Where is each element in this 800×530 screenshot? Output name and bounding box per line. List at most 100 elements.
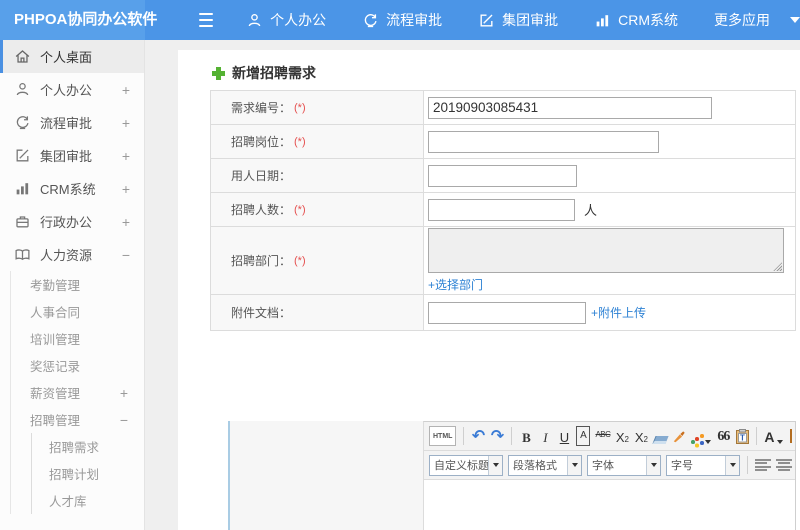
- field-label-attachment: 附件文档：: [211, 295, 424, 330]
- caret-down-icon[interactable]: [646, 455, 660, 475]
- nav-group-approval[interactable]: 集团审批: [478, 10, 558, 30]
- attachment-upload-link[interactable]: +附件上传: [591, 304, 646, 321]
- expand-plus-icon[interactable]: +: [120, 385, 130, 401]
- sidebar-item-rewards[interactable]: 奖惩记录: [11, 352, 144, 379]
- subscript-button[interactable]: X2: [634, 426, 648, 446]
- app-logo: PHPOA协同办公软件: [0, 0, 157, 40]
- sidebar-item-personal-office[interactable]: 个人办公 +: [0, 73, 144, 106]
- bold-button[interactable]: B: [519, 426, 533, 446]
- person-icon: [14, 81, 31, 98]
- redo-icon[interactable]: ↷: [490, 426, 504, 446]
- form-row: 需求编号： (*): [211, 91, 795, 125]
- expand-plus-icon[interactable]: +: [122, 148, 132, 164]
- add-plus-icon: [212, 66, 225, 80]
- sidebar-item-hr[interactable]: 人力资源 −: [0, 238, 144, 271]
- italic-button[interactable]: I: [538, 426, 552, 446]
- select-dept-link[interactable]: +选择部门: [428, 276, 483, 293]
- recruit-dept-textarea[interactable]: [428, 228, 784, 273]
- align-center-icon[interactable]: [776, 459, 792, 471]
- nav-personal-office[interactable]: 个人办公: [246, 10, 326, 30]
- form-row-position-requirements: 岗位要求：(*) HTML ↶ ↷ B I U A ABC X2 X2: [228, 421, 796, 530]
- editor-content-area[interactable]: [424, 480, 795, 530]
- main-content: 新增招聘需求 需求编号：(*) 招聘岗位：(*) 用人日期：: [178, 50, 800, 530]
- sidebar-item-salary[interactable]: 薪资管理 +: [11, 379, 144, 406]
- expand-plus-icon[interactable]: +: [122, 214, 132, 230]
- process-icon: [362, 12, 379, 29]
- nav-more-apps[interactable]: 更多应用: [714, 10, 770, 30]
- top-header: PHPOA协同办公软件 个人办公 流程审批 集团审批 CRM系统 更多应用: [0, 0, 800, 40]
- form-row: 招聘部门： (*) +选择部门: [211, 227, 795, 295]
- blockquote-button[interactable]: 66: [716, 426, 730, 446]
- caret-down-icon[interactable]: [488, 455, 502, 475]
- font-border-button[interactable]: A: [576, 426, 591, 446]
- field-label-position-requirements: 岗位要求：(*): [228, 421, 423, 530]
- page-title: 新增招聘需求: [178, 50, 800, 83]
- demand-no-input[interactable]: [428, 96, 712, 119]
- paste-icon[interactable]: T: [735, 426, 749, 446]
- recruit-position-input[interactable]: [428, 130, 659, 153]
- paragraph-format-select[interactable]: 段落格式: [508, 454, 582, 476]
- html-source-button[interactable]: HTML: [429, 426, 457, 446]
- svg-text:T: T: [740, 434, 745, 443]
- undo-icon[interactable]: ↶: [471, 426, 485, 446]
- edit-icon: [14, 147, 31, 164]
- hr-submenu: 考勤管理 人事合同 培训管理 奖惩记录 薪资管理 + 招聘管理 − 招聘需求 招…: [10, 271, 144, 514]
- background-color-icon[interactable]: [789, 429, 792, 443]
- collapse-minus-icon[interactable]: −: [122, 247, 132, 263]
- sidebar-item-crm[interactable]: CRM系统 +: [0, 172, 144, 205]
- required-mark: (*): [294, 101, 306, 114]
- unit-label: 人: [584, 203, 598, 218]
- align-left-icon[interactable]: [755, 459, 771, 471]
- underline-button[interactable]: U: [557, 426, 571, 446]
- recruit-count-input[interactable]: [428, 198, 575, 221]
- font-family-select[interactable]: 字体: [587, 454, 661, 476]
- sidebar-item-talent-pool[interactable]: 人才库: [32, 487, 144, 514]
- home-icon: [14, 48, 31, 65]
- caret-down-icon[interactable]: [567, 455, 581, 475]
- sidebar: 个人桌面 个人办公 + 流程审批 + 集团审批 + CRM系统 + 行政办公 +…: [0, 40, 145, 530]
- toolbar-separator: [463, 427, 465, 445]
- editor-toolbar-1: HTML ↶ ↷ B I U A ABC X2 X2 66 T A: [424, 422, 795, 451]
- sidebar-item-personal-desktop[interactable]: 个人桌面: [0, 40, 144, 73]
- sidebar-item-process-approval[interactable]: 流程审批 +: [0, 106, 144, 139]
- caret-down-icon: [705, 440, 712, 444]
- sidebar-item-recruit-demand[interactable]: 招聘需求: [32, 433, 144, 460]
- nav-crm[interactable]: CRM系统: [594, 10, 678, 30]
- toolbar-separator: [747, 456, 748, 474]
- format-brush-icon[interactable]: [672, 426, 686, 446]
- expand-plus-icon[interactable]: +: [122, 181, 132, 197]
- resize-grip-icon[interactable]: [773, 262, 782, 271]
- form-row: 用人日期：: [211, 159, 795, 193]
- sidebar-item-hr-contract[interactable]: 人事合同: [11, 298, 144, 325]
- caret-down-icon[interactable]: [790, 17, 800, 23]
- process-icon: [14, 114, 31, 131]
- expand-plus-icon[interactable]: +: [122, 115, 132, 131]
- strikethrough-button[interactable]: ABC: [595, 426, 610, 446]
- sidebar-item-attendance[interactable]: 考勤管理: [11, 271, 144, 298]
- caret-down-icon[interactable]: [725, 455, 739, 475]
- sidebar-item-group-approval[interactable]: 集团审批 +: [0, 139, 144, 172]
- color-palette-icon[interactable]: [691, 426, 712, 446]
- superscript-button[interactable]: X2: [615, 426, 629, 446]
- nav-process-approval[interactable]: 流程审批: [362, 10, 442, 30]
- employ-date-input[interactable]: [428, 164, 577, 187]
- toolbar-separator: [756, 427, 758, 445]
- collapse-minus-icon[interactable]: −: [120, 412, 130, 428]
- sidebar-item-recruit-plan[interactable]: 招聘计划: [32, 460, 144, 487]
- field-label-recruit-position: 招聘岗位： (*): [211, 125, 424, 158]
- eraser-icon[interactable]: [652, 426, 669, 446]
- toolbar-separator: [511, 427, 513, 445]
- font-size-select[interactable]: 字号: [666, 454, 740, 476]
- sidebar-item-training[interactable]: 培训管理: [11, 325, 144, 352]
- chart-icon: [594, 12, 611, 29]
- sidebar-item-admin-office[interactable]: 行政办公 +: [0, 205, 144, 238]
- form-row: 招聘岗位： (*): [211, 125, 795, 159]
- person-icon: [246, 12, 263, 29]
- top-nav: 个人办公 流程审批 集团审批 CRM系统 更多应用: [246, 10, 800, 30]
- attachment-input[interactable]: [428, 301, 586, 324]
- expand-plus-icon[interactable]: +: [122, 82, 132, 98]
- custom-title-select[interactable]: 自定义标题: [429, 454, 503, 476]
- sidebar-item-recruit-mgmt[interactable]: 招聘管理 −: [11, 406, 144, 433]
- hamburger-menu-icon[interactable]: [199, 12, 214, 28]
- font-color-button[interactable]: A: [764, 426, 783, 446]
